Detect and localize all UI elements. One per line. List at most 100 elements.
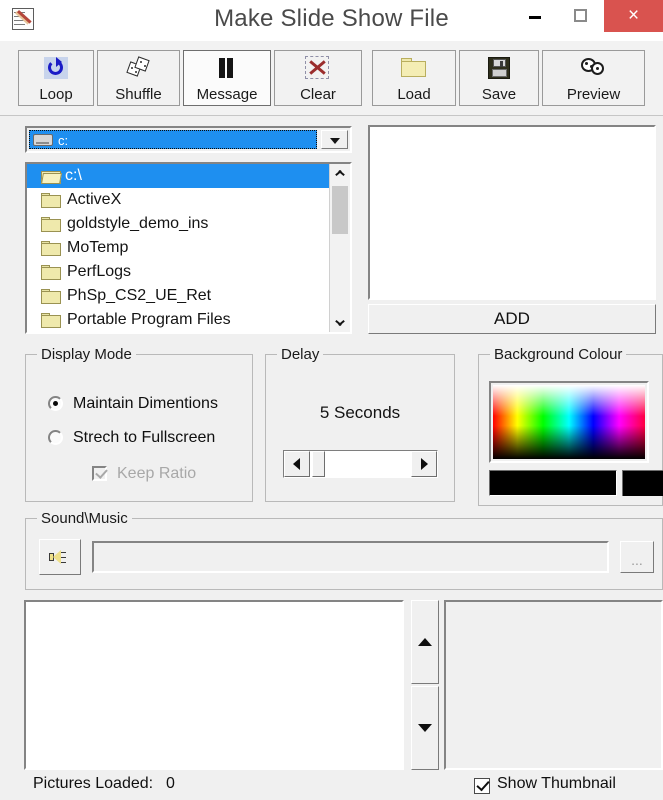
- clear-button-label: Clear: [300, 86, 336, 103]
- selected-colour-swatch[interactable]: [489, 470, 617, 496]
- floppy-disk-icon: [486, 56, 512, 81]
- sound-browse-button[interactable]: ...: [620, 541, 654, 573]
- shuffle-button[interactable]: Shuffle: [97, 50, 180, 106]
- move-up-button[interactable]: [411, 600, 439, 684]
- radio-icon: [48, 430, 63, 445]
- keep-ratio-label: Keep Ratio: [117, 465, 197, 482]
- display-mode-title: Display Mode: [37, 346, 136, 363]
- display-mode-group: Display Mode Maintain Dimentions Strech …: [25, 346, 253, 502]
- clear-red-x-icon: [305, 56, 331, 81]
- list-item[interactable]: goldstyle_demo_ins: [27, 212, 330, 236]
- folder-open-icon: [41, 169, 62, 184]
- shuffle-dice-icon: [125, 56, 152, 81]
- radio-icon: [48, 396, 63, 411]
- save-button[interactable]: Save: [459, 50, 539, 106]
- folder-icon: [41, 289, 61, 304]
- close-button[interactable]: ×: [604, 0, 663, 32]
- delay-increase-button[interactable]: [411, 451, 437, 477]
- delay-group: Delay 5 Seconds: [265, 346, 455, 502]
- chevron-up-icon: [335, 170, 345, 176]
- sound-play-button[interactable]: [39, 539, 81, 575]
- chevron-down-icon: [335, 320, 345, 326]
- message-button[interactable]: Message: [183, 50, 271, 106]
- thumbnail-panel: [444, 600, 663, 770]
- scroll-down-button[interactable]: [330, 314, 350, 332]
- clear-button[interactable]: Clear: [274, 50, 362, 106]
- speaker-icon: [49, 550, 66, 564]
- loop-button-label: Loop: [39, 86, 73, 103]
- title-bar: Make Slide Show File ×: [0, 0, 663, 42]
- pictures-loaded-label: Pictures Loaded:: [33, 775, 154, 792]
- list-item-label: PerfLogs: [67, 263, 132, 280]
- picture-list[interactable]: [24, 600, 404, 770]
- list-item-label: goldstyle_demo_ins: [67, 215, 209, 232]
- show-thumbnail-label[interactable]: Show Thumbnail: [497, 775, 616, 793]
- folder-icon: [41, 193, 61, 208]
- radio-label: Maintain Dimentions: [73, 395, 218, 412]
- right-arrow-icon: [421, 458, 428, 470]
- delay-slider[interactable]: [283, 450, 438, 478]
- delay-slider-thumb[interactable]: [312, 451, 325, 477]
- delay-value: 5 Seconds: [319, 403, 401, 422]
- drive-dropdown-button[interactable]: [321, 130, 348, 149]
- folder-icon: [41, 313, 61, 328]
- pictures-loaded-count: 0: [166, 775, 175, 792]
- scroll-up-button[interactable]: [330, 164, 350, 182]
- list-item-label: c:\: [65, 167, 82, 184]
- list-item-label: PhSp_CS2_UE_Ret: [67, 287, 212, 304]
- list-item[interactable]: c:\: [27, 164, 330, 188]
- load-button-label: Load: [397, 86, 431, 103]
- close-icon: ×: [627, 5, 640, 26]
- drive-selected-label: c:: [58, 133, 69, 148]
- sound-music-group: Sound\Music ...: [25, 510, 663, 590]
- slideshow-maker-window: Make Slide Show File × Loop Shuffle Mess…: [0, 0, 663, 800]
- loop-button[interactable]: Loop: [18, 50, 94, 106]
- folder-icon: [41, 241, 61, 256]
- up-arrow-icon: [418, 638, 432, 646]
- toolbar: Loop Shuffle Message Clear Load Save Pre…: [0, 41, 663, 116]
- down-arrow-icon: [418, 724, 432, 732]
- preview-colour-swatch[interactable]: [622, 470, 663, 496]
- list-item[interactable]: ActiveX: [27, 188, 330, 212]
- scrollbar-thumb[interactable]: [332, 186, 348, 234]
- delay-title: Delay: [277, 346, 324, 363]
- colour-gradient-picker[interactable]: [489, 381, 649, 463]
- left-arrow-icon: [293, 458, 300, 470]
- load-button[interactable]: Load: [372, 50, 456, 106]
- background-colour-title: Background Colour: [490, 346, 627, 363]
- image-preview-panel: [368, 125, 656, 300]
- list-item[interactable]: PerfLogs: [27, 260, 330, 284]
- checkbox-icon: [92, 466, 108, 481]
- message-button-label: Message: [196, 86, 258, 103]
- list-item[interactable]: PhSp_CS2_UE_Ret: [27, 284, 330, 308]
- sound-path-input[interactable]: [92, 541, 609, 573]
- show-thumbnail-checkbox[interactable]: [474, 777, 490, 794]
- background-colour-group: Background Colour: [478, 346, 663, 506]
- folder-list[interactable]: c:\ ActiveX goldstyle_demo_ins MoTemp Pe…: [25, 162, 352, 334]
- preview-circles-icon: [580, 56, 607, 81]
- folder-open-icon: [401, 56, 427, 81]
- maximize-button[interactable]: [558, 0, 604, 32]
- checkmark-icon: [476, 777, 490, 792]
- list-item-label: MoTemp: [67, 239, 129, 256]
- shuffle-button-label: Shuffle: [115, 86, 162, 103]
- sound-music-title: Sound\Music: [37, 510, 132, 527]
- notepad-pencil-icon: [11, 7, 37, 33]
- drive-selected-item: c:: [29, 130, 317, 149]
- drive-icon: [33, 134, 53, 146]
- add-button[interactable]: ADD: [368, 304, 656, 334]
- folder-list-scrollbar[interactable]: [329, 164, 350, 332]
- list-item[interactable]: MoTemp: [27, 236, 330, 260]
- move-down-button[interactable]: [411, 686, 439, 770]
- delay-decrease-button[interactable]: [284, 451, 310, 477]
- pause-icon: [214, 56, 240, 81]
- drive-select[interactable]: c:: [25, 126, 352, 153]
- preview-button[interactable]: Preview: [542, 50, 645, 106]
- colour-gradient: [493, 385, 645, 459]
- folder-icon: [41, 217, 61, 232]
- minimize-button[interactable]: [512, 0, 558, 32]
- preview-button-label: Preview: [566, 86, 621, 103]
- list-item[interactable]: Portable Program Files: [27, 308, 330, 332]
- chevron-down-icon: [329, 137, 340, 144]
- list-item-label: ActiveX: [67, 191, 122, 208]
